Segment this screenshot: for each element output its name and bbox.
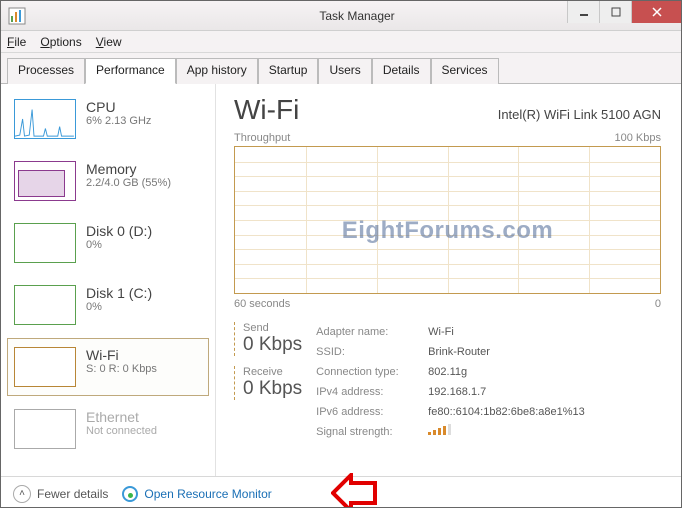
sidebar-item-ethernet[interactable]: EthernetNot connected [7,400,209,458]
ipv6-v: fe80::6104:1b82:6be8:a8e1%13 [428,402,585,422]
minimize-button[interactable] [567,1,599,23]
sidebar-item-sub: 0% [86,239,152,251]
titlebar[interactable]: Task Manager [1,1,681,31]
send-value: 0 Kbps [243,334,302,356]
performance-sidebar: CPU6% 2.13 GHz Memory2.2/4.0 GB (55%) Di… [1,84,216,476]
annotation-arrow-icon [331,473,377,508]
close-button[interactable] [631,1,681,23]
send-stat: Send 0 Kbps [234,322,302,356]
ssid-v: Brink-Router [428,342,490,362]
sidebar-item-wifi[interactable]: Wi-FiS: 0 R: 0 Kbps [7,338,209,396]
sidebar-item-sub: 2.2/4.0 GB (55%) [86,177,171,189]
ipv4-v: 192.168.1.7 [428,382,486,402]
receive-label: Receive [243,366,302,378]
adapter-model: Intel(R) WiFi Link 5100 AGN [498,107,661,122]
chart-label-max: 100 Kbps [615,132,661,144]
receive-value: 0 Kbps [243,378,302,400]
tab-details[interactable]: Details [372,58,431,84]
sidebar-item-disk0[interactable]: Disk 0 (D:)0% [7,214,209,272]
memory-thumb-icon [14,161,76,201]
resource-monitor-icon [122,486,138,502]
chart-label-throughput: Throughput [234,132,290,144]
open-resource-monitor-link[interactable]: Open Resource Monitor [122,486,271,502]
ssid-k: SSID: [316,342,428,362]
ipv4-k: IPv4 address: [316,382,428,402]
sidebar-item-label: Wi-Fi [86,347,157,363]
menu-options[interactable]: Options [40,35,81,49]
sidebar-item-cpu[interactable]: CPU6% 2.13 GHz [7,90,209,148]
sidebar-item-label: Disk 1 (C:) [86,285,152,301]
resmon-label: Open Resource Monitor [144,487,271,501]
tab-performance[interactable]: Performance [85,58,176,84]
disk-thumb-icon [14,285,76,325]
wifi-thumb-icon [14,347,76,387]
maximize-button[interactable] [599,1,631,23]
signal-strength-icon [428,422,451,442]
adapter-name-v: Wi-Fi [428,322,454,342]
send-label: Send [243,322,302,334]
sidebar-item-label: Ethernet [86,409,157,425]
watermark-text: EightForums.com [235,217,660,245]
ethernet-thumb-icon [14,409,76,449]
tab-services[interactable]: Services [431,58,499,84]
sidebar-item-sub: 6% 2.13 GHz [86,115,151,127]
disk-thumb-icon [14,223,76,263]
sidebar-item-memory[interactable]: Memory2.2/4.0 GB (55%) [7,152,209,210]
adapter-name-k: Adapter name: [316,322,428,342]
sidebar-item-label: Memory [86,161,171,177]
sidebar-item-sub: Not connected [86,425,157,437]
chart-xaxis-right: 0 [655,298,661,310]
connection-details: Adapter name:Wi-Fi SSID:Brink-Router Con… [316,322,585,442]
detail-pane: Wi-Fi Intel(R) WiFi Link 5100 AGN Throug… [216,84,681,476]
sidebar-item-sub: S: 0 R: 0 Kbps [86,363,157,375]
menubar: File Options View [1,31,681,53]
cpu-thumb-icon [14,99,76,139]
chevron-up-icon: ˄ [13,485,31,503]
signal-k: Signal strength: [316,422,428,442]
receive-stat: Receive 0 Kbps [234,366,302,400]
menu-file[interactable]: File [7,35,26,49]
sidebar-item-disk1[interactable]: Disk 1 (C:)0% [7,276,209,334]
ctype-k: Connection type: [316,362,428,382]
throughput-chart: EightForums.com [234,146,661,294]
footer: ˄ Fewer details Open Resource Monitor [1,476,681,508]
tab-users[interactable]: Users [318,58,371,84]
tab-processes[interactable]: Processes [7,58,85,84]
sidebar-item-label: CPU [86,99,151,115]
task-manager-icon [7,6,27,26]
detail-heading: Wi-Fi [234,94,299,126]
sidebar-item-sub: 0% [86,301,152,313]
sidebar-item-label: Disk 0 (D:) [86,223,152,239]
ipv6-k: IPv6 address: [316,402,428,422]
ctype-v: 802.11g [428,362,467,382]
fewer-details-button[interactable]: ˄ Fewer details [13,485,108,503]
tab-startup[interactable]: Startup [258,58,319,84]
tab-strip: Processes Performance App history Startu… [1,53,681,84]
chart-xaxis-left: 60 seconds [234,298,290,310]
task-manager-window: Task Manager File Options View Processes… [0,0,682,508]
menu-view[interactable]: View [96,35,122,49]
tab-app-history[interactable]: App history [176,58,258,84]
